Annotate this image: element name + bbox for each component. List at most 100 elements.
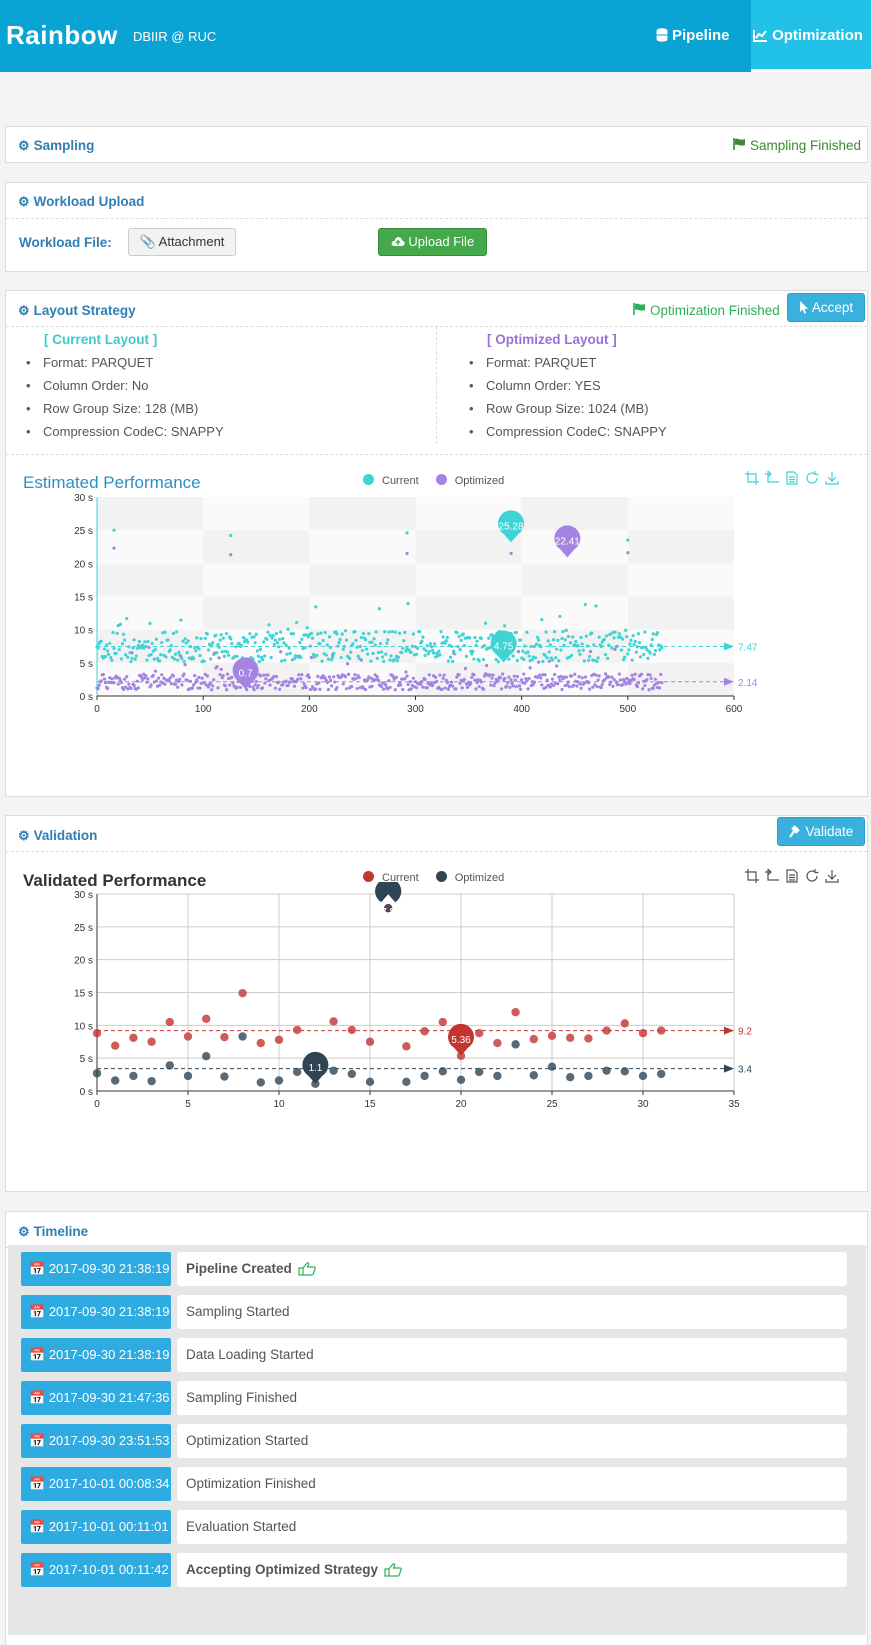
scatter-point-current xyxy=(550,658,555,662)
scatter-point-current xyxy=(129,660,133,664)
upload-file-button[interactable]: Upload File xyxy=(378,228,487,256)
scatter-point-current xyxy=(246,640,250,644)
scatter-point-current xyxy=(149,653,153,657)
restore-icon[interactable] xyxy=(805,869,819,883)
scatter-point-current xyxy=(455,630,459,635)
validate-button[interactable]: Validate xyxy=(777,817,865,846)
scatter-point-optimized xyxy=(101,672,105,677)
scatter-point-current xyxy=(179,618,183,622)
scatter-point-current xyxy=(134,654,138,658)
scatter-point-optimized xyxy=(326,687,331,692)
scatter-point-current xyxy=(420,639,424,643)
scatter-point-optimized xyxy=(429,681,434,685)
scatter-point-current xyxy=(451,659,455,664)
scatter-point-optimized xyxy=(182,672,186,676)
scatter-point-current xyxy=(255,649,259,653)
nav-pipeline[interactable]: Pipeline xyxy=(650,0,750,72)
scatter-point-current xyxy=(541,659,545,664)
timeline-event: 📅 2017-09-30 21:38:19 Sampling Started xyxy=(21,1295,847,1329)
scatter-point-optimized xyxy=(211,684,215,688)
download-icon[interactable] xyxy=(825,869,839,883)
scatter-point-optimized xyxy=(638,1071,648,1081)
scatter-point-optimized xyxy=(229,553,233,557)
scatter-point-current xyxy=(648,651,652,655)
data-view-icon[interactable] xyxy=(785,471,799,485)
scatter-point-current xyxy=(582,659,586,663)
scatter-point-current xyxy=(428,642,432,646)
accept-button[interactable]: Accept xyxy=(787,293,865,322)
scatter-point-current xyxy=(215,651,219,655)
scatter-point-optimized xyxy=(266,673,270,677)
scatter-point-current xyxy=(430,648,435,652)
scatter-point-current xyxy=(354,638,358,642)
scatter-point-current xyxy=(653,649,658,653)
scatter-point-optimized xyxy=(111,1076,120,1085)
scatter-point-optimized xyxy=(535,675,540,680)
chart-band xyxy=(203,530,310,564)
estimated-performance-chart[interactable]: 0 s 5 s 10 s 15 s 20 s 25 s 30 s 0 100 200 300 400 5… xyxy=(6,491,867,781)
download-icon[interactable] xyxy=(825,471,839,485)
scatter-point-current xyxy=(275,641,280,645)
scatter-point-current xyxy=(384,652,388,656)
scatter-point-current xyxy=(267,623,271,627)
scatter-point-optimized xyxy=(210,688,214,692)
scatter-point-optimized xyxy=(569,674,574,678)
x-tick-label: 300 xyxy=(407,704,424,715)
scatter-point-current xyxy=(403,630,407,635)
validated-performance-chart[interactable]: 0 s 5 s 10 s 15 s 20 s 25 s 30 s 0 5 10 15 20 25 30 35… xyxy=(6,882,867,1182)
layout-column-divider xyxy=(436,327,437,444)
scatter-point-current xyxy=(638,655,643,659)
data-view-icon[interactable] xyxy=(785,869,799,883)
timeline-event: 📅 2017-10-01 00:11:01 Evaluation Started xyxy=(21,1510,847,1544)
y-tick-label: 15 s xyxy=(74,593,93,604)
scatter-point-optimized xyxy=(168,676,172,680)
scatter-point-optimized xyxy=(545,678,549,682)
scatter-point-optimized xyxy=(235,685,239,689)
scatter-point-optimized xyxy=(353,673,357,677)
scatter-point-optimized xyxy=(296,677,300,681)
scatter-point-optimized xyxy=(492,683,496,688)
scatter-point-optimized xyxy=(423,677,427,682)
chart-band xyxy=(521,596,628,630)
zoom-reset-icon[interactable] xyxy=(765,470,779,485)
scatter-point-optimized xyxy=(92,1069,102,1078)
scatter-point-optimized xyxy=(136,686,141,690)
gear-icon: ⚙ xyxy=(18,138,30,153)
workload-title-text: Workload Upload xyxy=(33,194,145,209)
event-date: 📅 2017-09-30 21:47:36 xyxy=(21,1381,171,1415)
accept-label: Accept xyxy=(811,300,854,315)
scatter-point-current xyxy=(554,656,558,660)
chart-band xyxy=(309,563,416,597)
scatter-point-current xyxy=(365,1037,375,1046)
legend-current[interactable]: Current xyxy=(363,474,419,487)
scatter-point-current xyxy=(339,655,343,660)
layout-strategy-title-text: Layout Strategy xyxy=(33,303,136,318)
scatter-point-current xyxy=(395,659,400,663)
scatter-point-optimized xyxy=(575,684,579,688)
restore-icon[interactable] xyxy=(805,471,819,485)
zoom-icon[interactable] xyxy=(745,471,759,485)
brand-logo[interactable]: Rainbow xyxy=(6,20,118,51)
scatter-point-optimized xyxy=(384,683,388,687)
y-tick-label: 10 s xyxy=(74,626,93,637)
scatter-point-optimized xyxy=(268,683,272,687)
zoom-icon[interactable] xyxy=(745,869,759,883)
nav-optimization[interactable]: Optimization xyxy=(751,0,871,72)
scatter-point-current xyxy=(631,634,635,638)
event-date-text: 2017-10-01 00:11:01 xyxy=(48,1519,169,1534)
mean-arrow-current xyxy=(724,1026,734,1035)
nav-pipeline-label: Pipeline xyxy=(672,27,730,44)
scatter-point-optimized xyxy=(359,658,363,662)
scatter-point-optimized xyxy=(399,683,403,687)
scatter-point-current xyxy=(625,634,629,639)
scatter-point-optimized xyxy=(403,677,407,681)
scatter-point-optimized xyxy=(440,687,444,691)
attachment-button[interactable]: 📎 Attachment xyxy=(128,228,236,256)
calendar-icon: 📅 xyxy=(29,1476,46,1491)
scatter-point-current xyxy=(112,528,116,532)
scatter-point-optimized xyxy=(618,678,623,682)
current-layout-item: Format: PARQUET xyxy=(24,351,224,374)
legend-optimized[interactable]: Optimized xyxy=(435,474,504,487)
estimated-chart-title: Estimated Performance xyxy=(23,473,201,492)
zoom-reset-icon[interactable] xyxy=(765,868,779,883)
